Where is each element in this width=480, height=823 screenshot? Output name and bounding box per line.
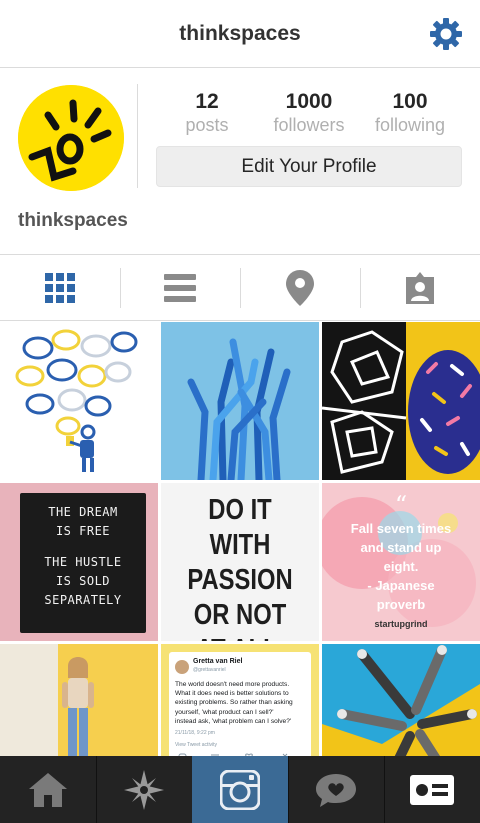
quote-line: OR NOT <box>193 599 287 631</box>
top-header: thinkspaces <box>0 0 480 68</box>
nav-activity[interactable] <box>288 756 384 823</box>
post-thumbnail[interactable]: “ Fall seven times and stand up eight. -… <box>322 483 480 641</box>
post-thumbnail[interactable] <box>161 322 319 480</box>
proverb-line: proverb <box>376 597 426 612</box>
post-thumbnail[interactable] <box>0 322 158 480</box>
post-thumbnail[interactable] <box>322 322 480 480</box>
nav-home[interactable] <box>0 756 96 823</box>
quote-text: DO IT WITH PASSION OR NOT AT ALL. <box>175 493 305 641</box>
tweet-line: What it does need is better solutions to <box>175 690 289 698</box>
tweet-avatar <box>175 660 189 674</box>
speech-bubbles-illustration <box>0 322 158 480</box>
letter-board-line: THE DREAM <box>48 505 118 519</box>
brand-label: startupgrind <box>374 619 428 629</box>
profile-card-icon <box>410 774 454 805</box>
stat-posts-label: posts <box>185 115 229 135</box>
proverb-line: Fall seven times <box>350 521 452 536</box>
profile-section: 12 posts 1000 followers 100 following Ed… <box>0 68 480 254</box>
stat-followers-value: 1000 <box>285 90 333 113</box>
stat-followers[interactable]: 1000 followers <box>254 90 364 136</box>
gear-icon[interactable] <box>428 16 464 52</box>
tab-location-view[interactable] <box>240 255 360 321</box>
tweet-line: existing problems. So rather than asking <box>175 699 293 707</box>
person-photo <box>0 644 158 756</box>
post-thumbnail[interactable] <box>0 644 158 756</box>
avatar[interactable] <box>18 85 124 191</box>
tab-tagged-view[interactable] <box>360 255 480 321</box>
location-pin-icon <box>286 270 314 306</box>
tweet-handle: @grettavanriel <box>193 667 226 673</box>
stat-posts-value: 12 <box>195 90 219 113</box>
quote-line: DO IT WITH <box>208 494 272 561</box>
activity-icon <box>316 773 356 807</box>
pattern-artwork <box>322 322 480 480</box>
tweet-card: Gretta van Riel @grettavanriel The world… <box>169 652 311 756</box>
nav-explore[interactable] <box>96 756 192 823</box>
tweet-time: 21/11/18, 9:22 pm <box>175 730 215 736</box>
post-thumbnail[interactable]: DO IT WITH PASSION OR NOT AT ALL. <box>161 483 319 641</box>
letter-board-line: THE HUSTLE <box>44 555 122 569</box>
letter-board-line: SEPARATELY <box>44 593 122 607</box>
quote-line: AT ALL. <box>175 633 305 641</box>
page-title: thinkspaces <box>179 22 301 45</box>
quote-line: PASSION <box>187 564 293 596</box>
edit-profile-button[interactable]: Edit Your Profile <box>156 146 462 187</box>
nav-camera[interactable] <box>192 756 288 823</box>
post-thumbnail[interactable] <box>322 644 480 756</box>
grid-icon <box>45 273 75 303</box>
stat-following-value: 100 <box>392 90 428 113</box>
proverb-line: and stand up <box>360 540 442 555</box>
proverb-text: Fall seven times and stand up eight. - J… <box>322 519 480 614</box>
tweet-line: instead ask, 'what problem can I solve?' <box>175 717 292 725</box>
thinkspaces-logo <box>18 85 124 191</box>
photo-grid: THE DREAM IS FREE THE HUSTLE IS SOLD SEP… <box>0 322 480 756</box>
profile-divider <box>137 84 138 188</box>
nav-profile[interactable] <box>384 756 480 823</box>
tab-list-view[interactable] <box>120 255 240 321</box>
tagged-photos-icon <box>406 272 434 304</box>
view-tabs <box>0 254 480 321</box>
tweet-author: Gretta van Riel <box>193 658 243 665</box>
stat-following-label: following <box>374 115 446 135</box>
camera-icon <box>220 769 260 810</box>
blue-straws-photo <box>161 322 319 480</box>
stat-following[interactable]: 100 following <box>355 90 465 136</box>
list-icon <box>164 274 196 302</box>
tweet-line: yourself, 'what product can I sell?' <box>175 708 274 716</box>
letter-board-text: THE DREAM IS FREE THE HUSTLE IS SOLD SEP… <box>20 503 146 610</box>
explore-icon <box>124 769 164 810</box>
stat-posts[interactable]: 12 posts <box>152 90 262 136</box>
proverb-line: eight. <box>383 559 419 574</box>
home-icon <box>29 772 67 807</box>
cigars-photo <box>322 644 480 756</box>
letter-board-line: IS SOLD <box>55 574 111 588</box>
stat-followers-label: followers <box>273 115 345 135</box>
quote-mark: “ <box>394 491 408 519</box>
tweet-body: The world doesn't need more products. Wh… <box>175 680 309 726</box>
tab-grid-view[interactable] <box>0 255 120 321</box>
post-thumbnail[interactable]: Gretta van Riel @grettavanriel The world… <box>161 644 319 756</box>
post-thumbnail[interactable]: THE DREAM IS FREE THE HUSTLE IS SOLD SEP… <box>0 483 158 641</box>
letter-board-line: IS FREE <box>55 524 111 538</box>
tweet-activity: View Tweet activity <box>175 742 218 748</box>
bottom-navigation <box>0 756 480 823</box>
proverb-line: - Japanese <box>367 578 435 593</box>
tweet-line: The world doesn't need more products. <box>175 681 290 688</box>
profile-username: thinkspaces <box>18 210 128 231</box>
